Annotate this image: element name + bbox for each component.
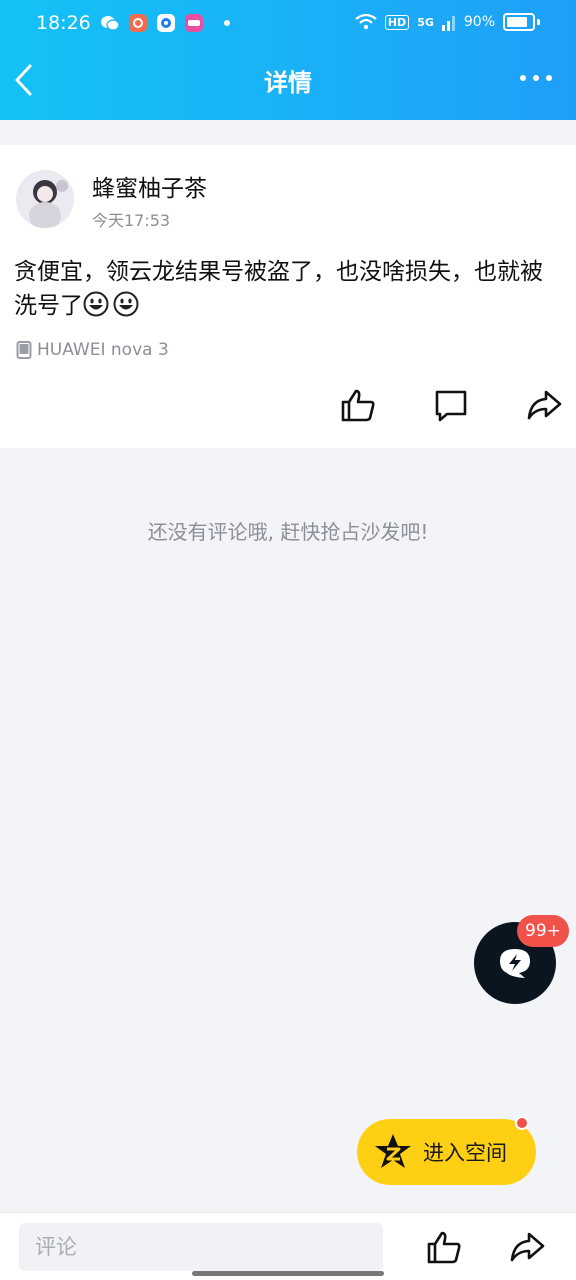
bottom-bar [0, 1212, 576, 1280]
comment-input[interactable] [19, 1223, 383, 1271]
share-icon[interactable] [509, 1229, 545, 1265]
post-card: 蜂蜜柚子茶 今天17:53 贪便宜，领云龙结果号被盗了，也没啥损失，也就被洗号了… [0, 145, 576, 448]
app-notification-icon [129, 14, 147, 32]
home-indicator[interactable] [192, 1271, 384, 1276]
game-app-icon [185, 14, 203, 32]
share-icon[interactable] [526, 388, 562, 422]
battery-icon [503, 13, 535, 31]
page-title: 详情 [264, 69, 312, 97]
notification-badge: 99+ [517, 915, 569, 947]
battery-tip [537, 19, 540, 25]
wifi-icon [355, 13, 377, 30]
status-indicators: HD 5G 90% [355, 13, 540, 31]
avatar[interactable] [16, 170, 74, 228]
signal-icon [441, 16, 455, 31]
battery-percent: 90% [463, 14, 495, 30]
header: 18:26 HD 5G 90% 详情 [0, 0, 576, 120]
browser-icon [157, 14, 175, 32]
enter-space-button[interactable]: 进入空间 [357, 1119, 536, 1185]
lightning-chat-icon [500, 949, 530, 978]
username[interactable]: 蜂蜜柚子茶 [92, 169, 207, 203]
wechat-icon [101, 16, 120, 31]
comment-icon[interactable] [433, 388, 469, 422]
grinning-face-icon [113, 291, 139, 317]
enter-space-label: 进入空间 [423, 1141, 507, 1165]
device-info: HUAWEI nova 3 [16, 340, 169, 360]
network-type: 5G [417, 15, 434, 29]
phone-icon [16, 341, 32, 359]
status-more-dot [224, 20, 230, 26]
status-app-icons [100, 13, 230, 33]
post-timestamp: 今天17:53 [92, 211, 171, 230]
qzone-star-icon [375, 1134, 411, 1168]
device-name: HUAWEI nova 3 [37, 340, 169, 360]
grinning-face-icon [83, 291, 109, 317]
status-bar: 18:26 HD 5G 90% [0, 0, 576, 50]
status-time: 18:26 [36, 12, 91, 34]
empty-comments-message: 还没有评论哦, 赶快抢占沙发吧! [147, 520, 429, 544]
more-options-icon[interactable] [520, 75, 552, 81]
post-text: 贪便宜，领云龙结果号被盗了，也没啥损失，也就被洗号了 [14, 255, 562, 323]
like-icon[interactable] [340, 388, 376, 422]
hd-icon: HD [384, 14, 410, 30]
like-icon[interactable] [426, 1229, 462, 1265]
space-notification-dot [515, 1116, 529, 1130]
